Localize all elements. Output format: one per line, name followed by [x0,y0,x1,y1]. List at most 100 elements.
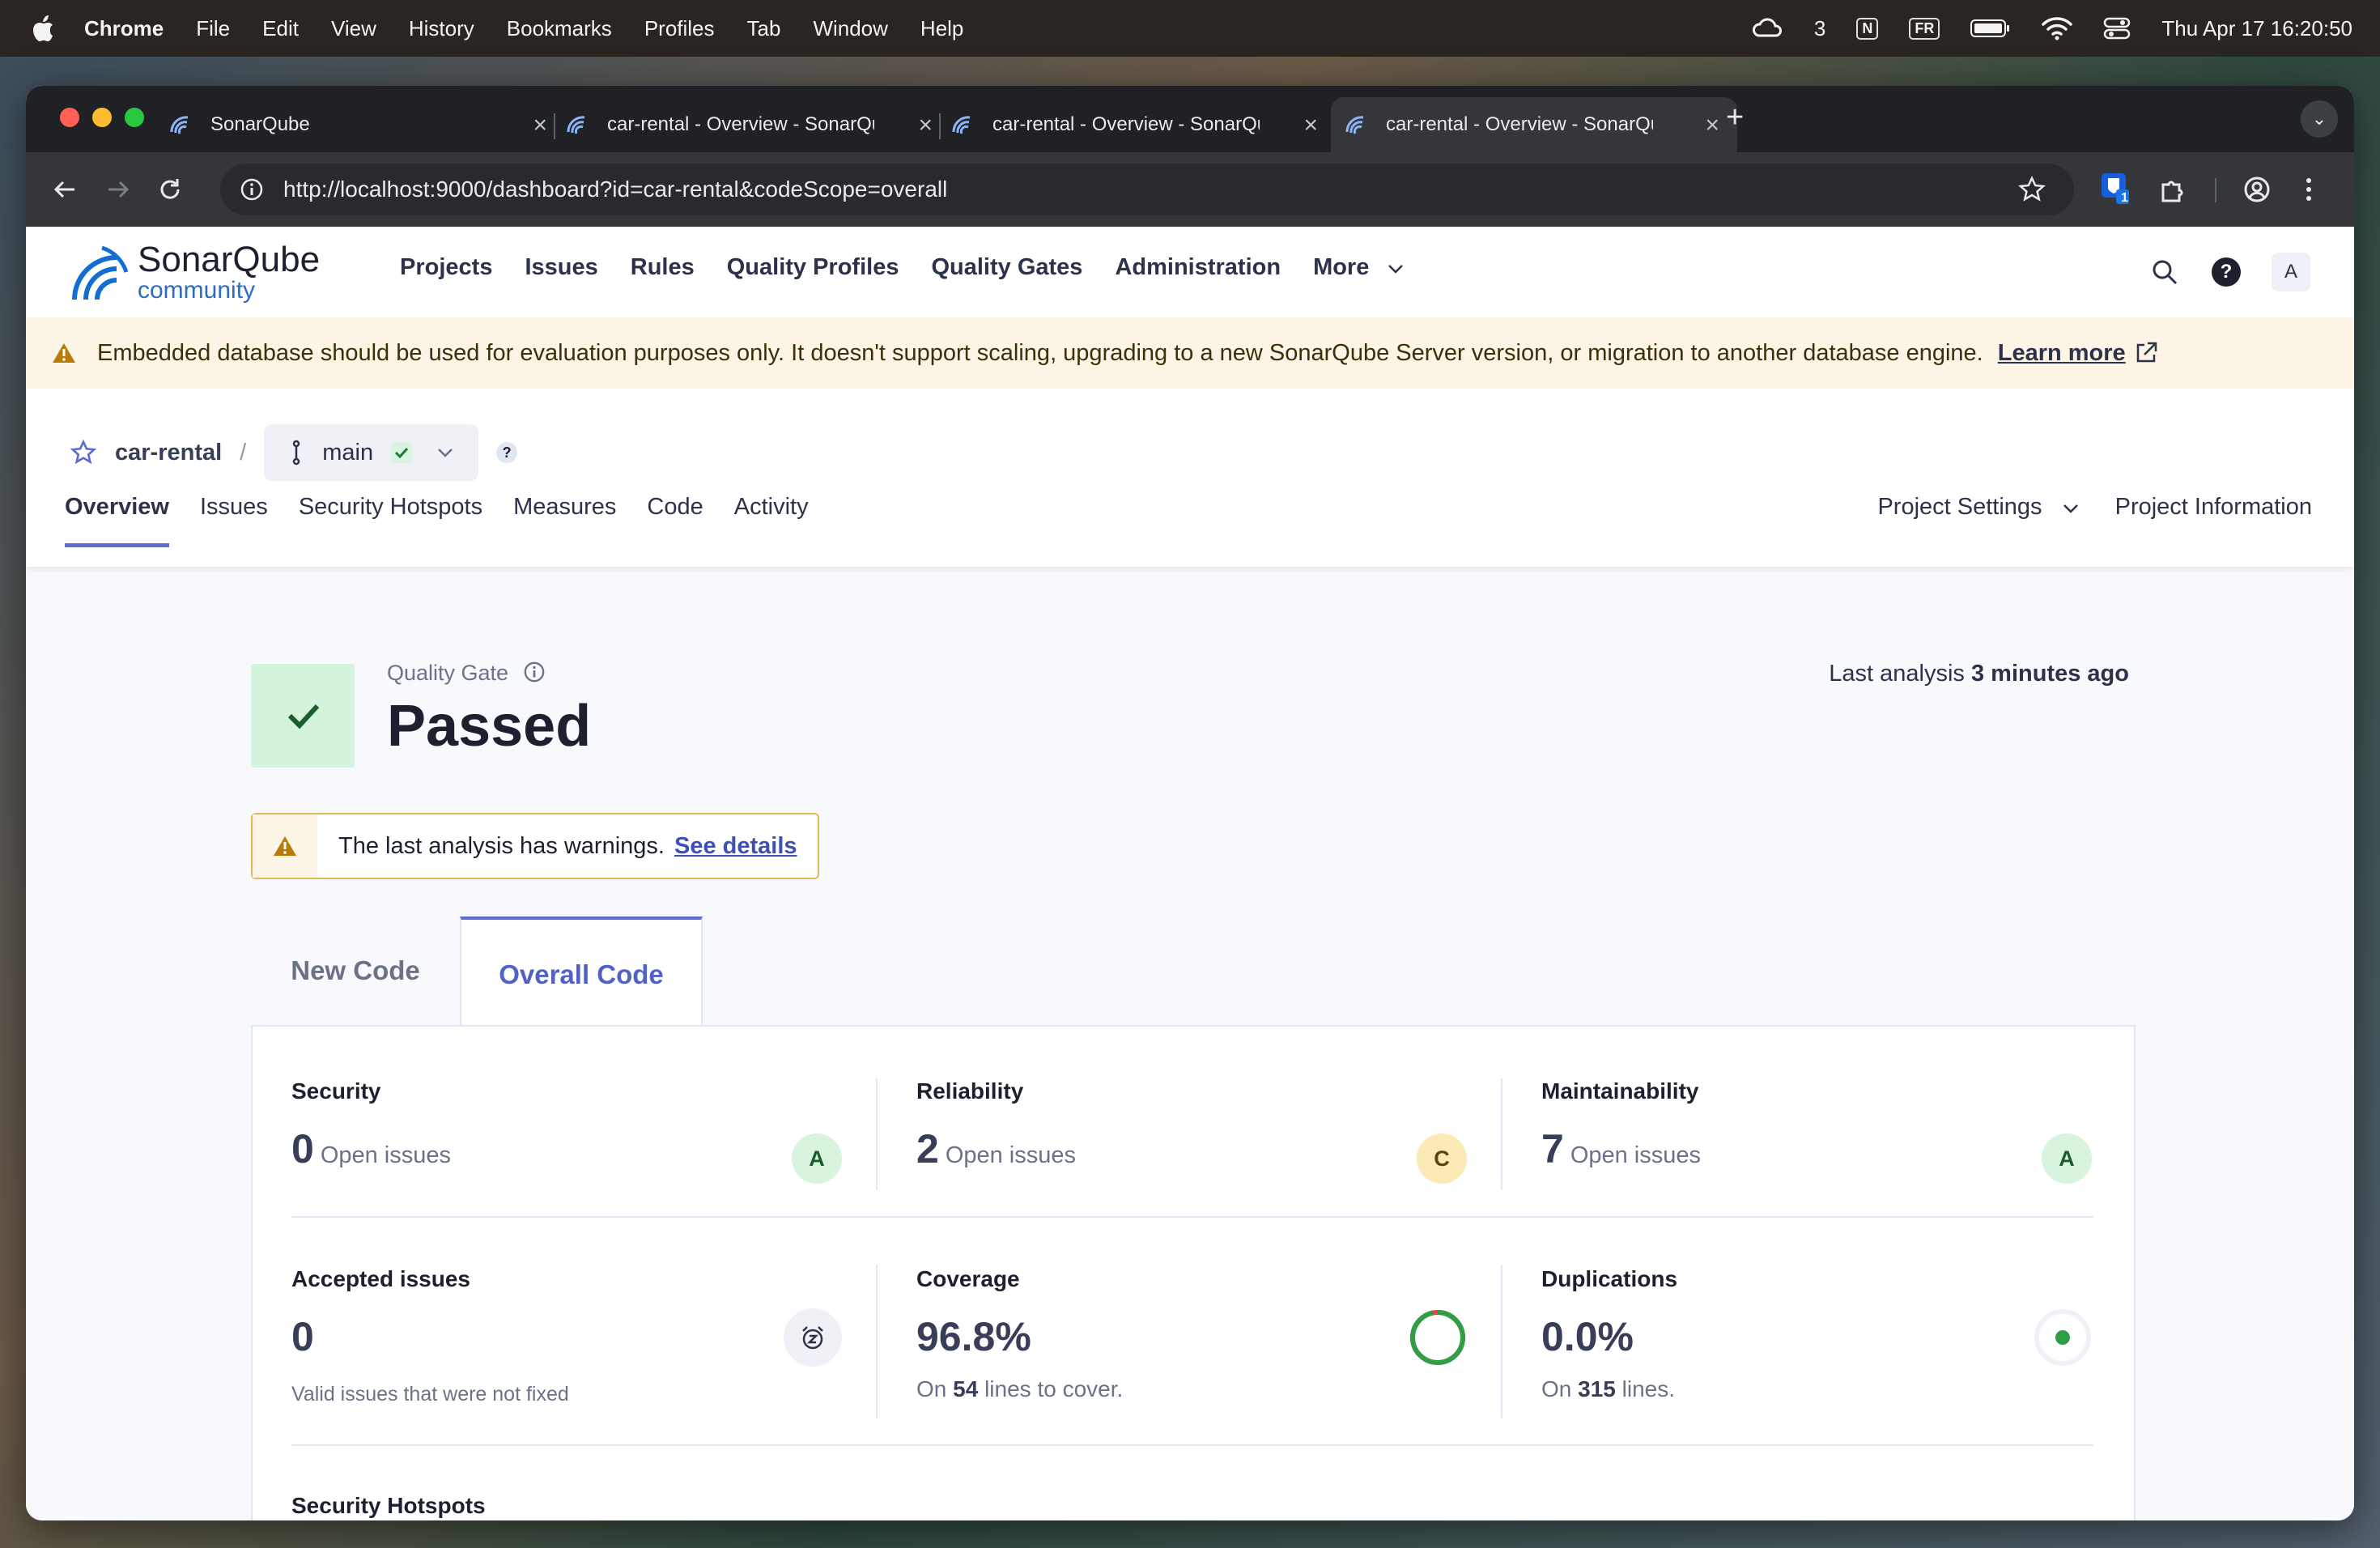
menu-window[interactable]: Window [813,16,887,41]
duplications-lines-count: 315 [1578,1376,1616,1401]
menu-history[interactable]: History [409,16,474,41]
site-info-icon[interactable] [240,177,264,202]
apple-logo-icon[interactable] [32,15,57,42]
project-name[interactable]: car-rental [115,440,222,466]
tab-issues[interactable]: Issues [200,494,268,547]
nav-projects[interactable]: Projects [400,254,492,281]
accepted-issues-value: 0 [291,1314,314,1359]
reload-icon[interactable] [155,175,185,204]
menu-view[interactable]: View [331,16,376,41]
browser-tab-1[interactable]: SonarQube × [168,97,565,152]
notification-count[interactable]: 3 [1814,16,1825,41]
security-hotspots-value: 0 [291,1517,314,1520]
nav-rules[interactable]: Rules [631,254,695,281]
battery-icon[interactable] [1970,18,2011,39]
reliability-measure[interactable]: Reliability 2 Open issues C [916,1078,1467,1184]
tab-close-icon[interactable]: × [1303,112,1318,139]
nav-more[interactable]: More [1313,254,1405,281]
nav-quality-profiles[interactable]: Quality Profiles [727,254,899,281]
browser-tab-4-active[interactable]: car-rental - Overview - SonarQube × [1331,97,1737,152]
forward-arrow-icon[interactable] [104,175,133,204]
project-information-link[interactable]: Project Information [2115,494,2312,521]
project-settings-menu[interactable]: Project Settings [1877,494,2079,521]
maintainability-rating-badge[interactable]: A [2042,1133,2092,1184]
control-center-icon[interactable] [2103,16,2131,40]
tab-strip: SonarQube × car-rental - Overview - Sona… [26,86,2354,152]
reliability-rating-badge[interactable]: C [1417,1133,1467,1184]
tab-measures[interactable]: Measures [513,494,616,547]
branch-selector[interactable]: main [264,424,479,481]
favorite-star-icon[interactable] [70,439,97,466]
back-arrow-icon[interactable] [50,175,79,204]
last-analysis-prefix: Last analysis [1829,661,1965,687]
bitwarden-extension-icon[interactable]: 1 [2098,170,2131,205]
branch-help-icon[interactable]: ? [496,442,518,463]
window-zoom-button[interactable] [125,108,144,127]
info-icon[interactable] [523,661,546,683]
browser-tab-3[interactable]: car-rental - Overview - SonarQube × [950,97,1336,152]
duplications-sub-suffix: lines. [1621,1376,1676,1401]
address-bar[interactable]: http://localhost:9000/dashboard?id=car-r… [220,164,2074,215]
security-rating-badge[interactable]: A [792,1133,842,1184]
menu-app-chrome[interactable]: Chrome [84,16,164,41]
project-right-tabs: Project Settings Project Information [1877,494,2312,521]
tab-close-icon[interactable]: × [533,112,547,139]
see-details-link[interactable]: See details [674,833,797,860]
tab-close-icon[interactable]: × [1705,112,1719,139]
input-source-indicator[interactable]: FR [1909,17,1940,40]
menu-edit[interactable]: Edit [262,16,299,41]
menu-help[interactable]: Help [920,16,963,41]
window-close-button[interactable] [60,108,79,127]
nav-administration[interactable]: Administration [1115,254,1281,281]
tab-code[interactable]: Code [647,494,703,547]
tab-separator [554,113,555,139]
extensions-puzzle-icon[interactable] [2158,175,2187,204]
tab-overall-code[interactable]: Overall Code [460,916,703,1030]
chrome-menu-icon[interactable] [2301,175,2317,204]
tab-security-hotspots[interactable]: Security Hotspots [299,494,482,547]
coverage-donut [1409,1308,1467,1367]
bookmark-star-icon[interactable] [2017,175,2046,204]
security-hotspots-measure[interactable]: Security Hotspots 0 A [291,1493,842,1520]
duplications-measure[interactable]: Duplications 0.0% On 315 lines. [1541,1266,2092,1428]
nav-issues[interactable]: Issues [525,254,597,281]
browser-toolbar: http://localhost:9000/dashboard?id=car-r… [26,152,2354,227]
accepted-issues-icon [784,1308,842,1367]
wifi-icon[interactable] [2042,16,2073,40]
browser-tab-2[interactable]: car-rental - Overview - SonarQube × [565,97,950,152]
nav-quality-gates[interactable]: Quality Gates [931,254,1082,281]
menu-profiles[interactable]: Profiles [644,16,715,41]
coverage-measure[interactable]: Coverage 96.8% On 54 lines to cover. [916,1266,1467,1428]
profile-icon[interactable] [2242,175,2272,204]
external-link-icon[interactable] [2134,341,2158,365]
tab-overview[interactable]: Overview [65,494,169,547]
tab-search-dropdown-icon[interactable]: ⌄ [2301,100,2338,138]
security-measure[interactable]: Security 0 Open issues A [291,1078,842,1184]
new-tab-button[interactable]: + [1726,100,1744,135]
coverage-sub-prefix: On [916,1376,947,1401]
tab-activity[interactable]: Activity [734,494,809,547]
tab-title: car-rental - Overview - SonarQube [607,113,874,135]
accepted-issues-measure[interactable]: Accepted issues 0 Valid issues that were… [291,1266,842,1428]
url-text[interactable]: http://localhost:9000/dashboard?id=car-r… [283,176,947,202]
search-icon[interactable] [2150,257,2179,287]
global-menu: Projects Issues Rules Quality Profiles Q… [400,254,1405,281]
menu-file[interactable]: File [196,16,230,41]
menubar-clock[interactable]: Thu Apr 17 16:20:50 [2161,16,2352,41]
user-avatar[interactable]: A [2272,253,2310,291]
breadcrumb: car-rental / main ? [70,424,518,481]
tab-new-code[interactable]: New Code [251,916,460,1025]
maintainability-measure[interactable]: Maintainability 7 Open issues A [1541,1078,2092,1184]
tab-close-icon[interactable]: × [918,112,933,139]
menu-bookmarks[interactable]: Bookmarks [507,16,612,41]
n-badge-icon[interactable]: N [1856,17,1879,40]
help-icon[interactable]: ? [2212,257,2241,287]
duplications-sub-prefix: On [1541,1376,1572,1401]
menu-tab[interactable]: Tab [747,16,781,41]
cloud-status-icon[interactable] [1751,15,1783,42]
alarm-clock-icon [784,1308,842,1367]
learn-more-link[interactable]: Learn more [1998,340,2126,367]
analysis-warning-box: The last analysis has warnings. See deta… [251,813,819,879]
window-minimize-button[interactable] [92,108,112,127]
duplications-indicator [2034,1308,2092,1367]
